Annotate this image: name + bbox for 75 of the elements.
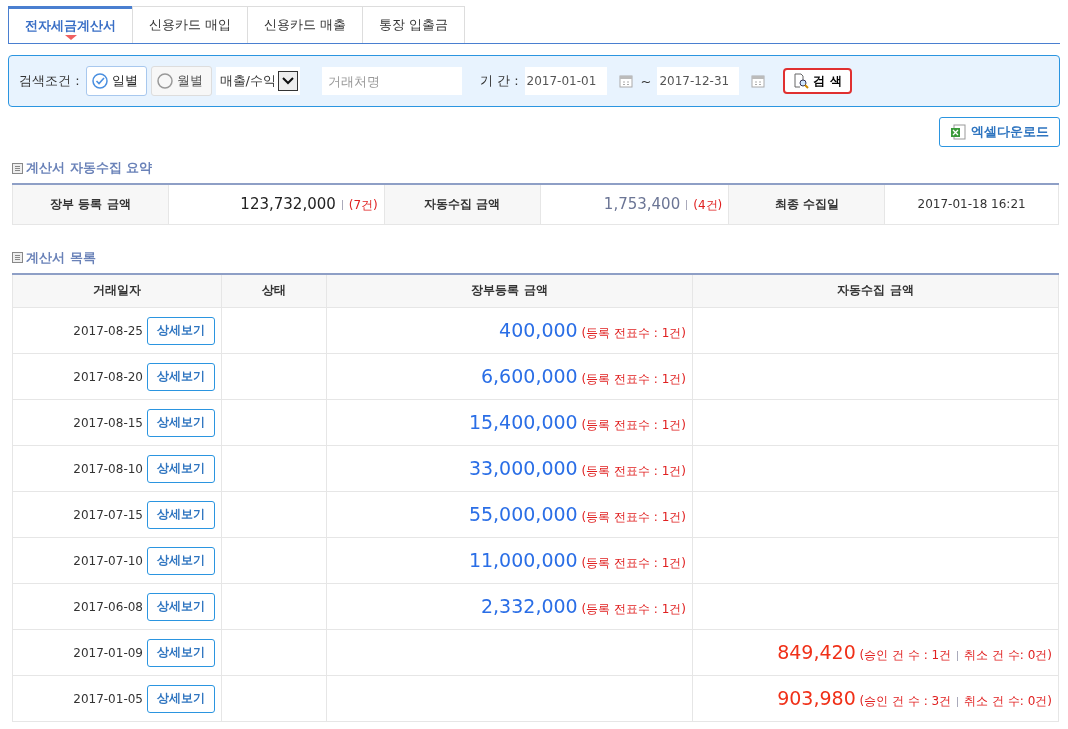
section-title: 계산서 자동수집 요약 <box>26 159 153 177</box>
canceled-count: 취소 건 수: 0건) <box>964 694 1052 708</box>
summary-label: 자동수집 금액 <box>384 184 541 224</box>
book-amount: 55,000,000 <box>468 503 578 525</box>
date-text: 2017-06-08 <box>73 599 143 613</box>
column-header: 장부등록 금액 <box>326 273 693 308</box>
tab[interactable]: 전자세금계산서 <box>8 6 133 43</box>
book-note: (등록 전표수 : 1건) <box>581 556 686 570</box>
approved-count: (승인 건 수 : 1건 <box>859 648 952 662</box>
calendar-icon[interactable] <box>751 74 766 88</box>
detail-button[interactable]: 상세보기 <box>147 362 215 391</box>
book-note: (등록 전표수 : 1건) <box>581 326 686 340</box>
date-text: 2017-08-20 <box>73 369 143 383</box>
book-note: (등록 전표수 : 1건) <box>581 372 686 386</box>
date-text: 2017-07-15 <box>73 507 143 521</box>
date-text: 2017-01-09 <box>73 645 143 659</box>
partner-input[interactable]: 거래처명 <box>321 67 462 95</box>
column-header: 상태 <box>221 273 327 308</box>
detail-button[interactable]: 상세보기 <box>147 316 215 345</box>
list-icon <box>12 162 23 174</box>
detail-button[interactable]: 상세보기 <box>147 408 215 437</box>
date-text: 2017-08-15 <box>73 415 143 429</box>
column-header: 거래일자 <box>12 273 222 308</box>
date-text: 2017-07-10 <box>73 553 143 567</box>
calendar-icon[interactable] <box>618 74 633 88</box>
tab[interactable]: 신용카드 매입 <box>132 6 249 43</box>
radio-circle-icon <box>156 73 173 89</box>
summary-amount: 1,753,400 <box>603 194 681 213</box>
book-amount: 11,000,000 <box>468 549 578 571</box>
summary-count: (7건) <box>348 197 378 212</box>
spreadsheet-icon <box>950 124 966 140</box>
detail-button[interactable]: 상세보기 <box>147 454 215 483</box>
book-note: (등록 전표수 : 1건) <box>581 510 686 524</box>
book-note: (등록 전표수 : 1건) <box>581 464 686 478</box>
detail-button[interactable]: 상세보기 <box>147 546 215 575</box>
book-amount: 15,400,000 <box>468 411 578 433</box>
date-text: 2017-08-10 <box>73 461 143 475</box>
list-icon <box>12 252 23 263</box>
book-amount: 400,000 <box>499 319 578 341</box>
period-option[interactable]: 일별 <box>85 66 147 96</box>
date-text: 2017-08-25 <box>73 323 143 337</box>
type-select[interactable]: 매출/수익 <box>215 67 300 95</box>
book-amount: 33,000,000 <box>468 457 578 479</box>
search-button[interactable]: 검 색 <box>783 68 852 94</box>
date-from-input[interactable]: 2017-01-01 <box>524 67 607 95</box>
summary-amount: 123,732,000 <box>240 194 336 213</box>
detail-button[interactable]: 상세보기 <box>147 638 215 667</box>
auto-amount: 849,420 <box>777 641 856 663</box>
excel-download-button[interactable]: 엑셀다운로드 <box>939 117 1060 147</box>
book-amount: 6,600,000 <box>481 365 578 387</box>
detail-button[interactable]: 상세보기 <box>147 592 215 621</box>
column-header: 자동수집 금액 <box>692 273 1059 308</box>
summary-count: (4건) <box>693 197 723 212</box>
check-circle-icon <box>91 73 108 89</box>
detail-button[interactable]: 상세보기 <box>147 684 215 713</box>
book-amount: 2,332,000 <box>481 595 578 617</box>
search-label: 검색조건 : <box>19 72 80 90</box>
summary-date: 2017-01-18 16:21 <box>917 197 1026 212</box>
tilde-text: ~ <box>640 73 652 89</box>
summary-label: 장부 등록 금액 <box>12 184 169 224</box>
book-note: (등록 전표수 : 1건) <box>581 418 686 432</box>
canceled-count: 취소 건 수: 0건) <box>964 648 1052 662</box>
detail-button[interactable]: 상세보기 <box>147 500 215 529</box>
tab[interactable]: 통장 입출금 <box>362 6 466 43</box>
search-icon <box>793 73 810 89</box>
period-label: 기 간 : <box>479 72 519 90</box>
date-to-input[interactable]: 2017-12-31 <box>657 67 740 95</box>
period-option[interactable]: 월별 <box>150 66 212 96</box>
section-title: 계산서 목록 <box>26 248 96 267</box>
date-text: 2017-01-05 <box>73 691 143 705</box>
approved-count: (승인 건 수 : 3건 <box>859 694 952 708</box>
chevron-down-icon <box>281 77 294 85</box>
auto-amount: 903,980 <box>777 687 856 709</box>
book-note: (등록 전표수 : 1건) <box>581 602 686 616</box>
summary-label: 최종 수집일 <box>728 184 885 224</box>
